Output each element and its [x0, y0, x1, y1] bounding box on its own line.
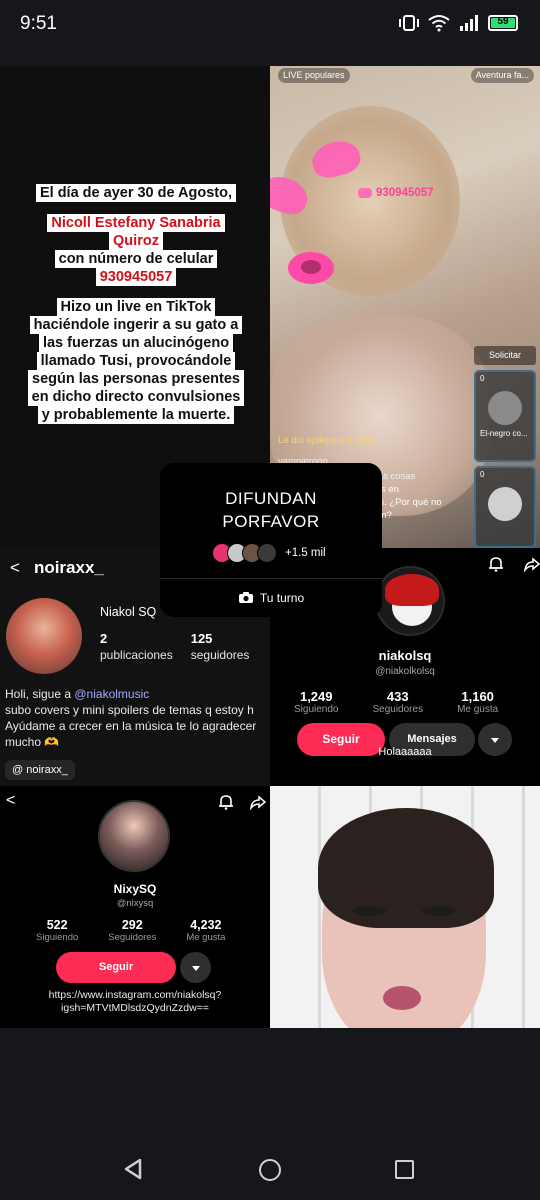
warning-name-line1: Nicoll Estefany Sanabria	[47, 214, 225, 232]
profile-link[interactable]: https://www.instagram.com/niakolsq? igsh…	[0, 989, 270, 1015]
followers-count: 125	[190, 631, 213, 646]
likes-stat[interactable]: 4,232 Me gusta	[186, 918, 225, 943]
solicitar-button[interactable]: Solicitar	[474, 346, 536, 365]
camera-icon	[238, 592, 253, 603]
warning-phone: 930945057	[95, 268, 177, 286]
status-bar: 9:51 59	[0, 0, 540, 48]
profile-bio: Holaaaaaa	[378, 746, 432, 758]
share-icon[interactable]	[250, 794, 266, 810]
status-icons: 59	[398, 14, 518, 32]
posts-label: publicaciones	[100, 648, 173, 662]
warning-body-line: llamado Tusi, provocándole	[36, 352, 236, 370]
warning-body-line: las fuerzas un alucinógeno	[38, 334, 234, 352]
share-overlay: DIFUNDAN PORFAVOR +1.5 mil Tu turno	[160, 463, 382, 617]
bio-line: mucho 🫶	[5, 735, 60, 749]
home-circle-icon[interactable]	[259, 1159, 281, 1181]
warning-phone-label: con número de celular	[54, 250, 218, 268]
bell-icon[interactable]	[218, 794, 234, 810]
live-adventure-badge: Aventura fa...	[470, 68, 534, 83]
battery-level: 59	[497, 16, 509, 27]
signal-icon	[460, 15, 478, 31]
navigation-bar	[0, 1130, 540, 1200]
threads-icon: @	[12, 764, 24, 776]
profile-stats: 2 publicaciones 125 seguidores	[100, 631, 249, 662]
warning-date-line: El día de ayer 30 de Agosto,	[35, 184, 237, 202]
warning-name-line2: Quiroz	[109, 232, 163, 250]
profile-display-name: Niakol SQ	[100, 605, 157, 619]
profile-handle: @niakolkolsq	[375, 666, 435, 677]
profile-username: noiraxx_	[33, 558, 104, 577]
vibrate-icon	[399, 15, 419, 31]
your-turn-button[interactable]: Tu turno	[160, 591, 382, 605]
likes-stat[interactable]: 1,160 Me gusta	[457, 689, 498, 715]
avatar[interactable]	[6, 598, 82, 674]
tiktok-profile-nixysq: < NixySQ @nixysq 522 Siguiendo 292 Seguido…	[0, 786, 270, 1028]
divider	[160, 578, 382, 579]
profile-top-icons	[218, 794, 266, 810]
recents-square-icon[interactable]	[395, 1160, 414, 1179]
overlay-title: DIFUNDAN PORFAVOR	[222, 489, 320, 531]
avatar[interactable]	[375, 566, 445, 636]
guest-count: 0	[480, 374, 485, 383]
story-image: El día de ayer 30 de Agosto, Nicoll Este…	[0, 66, 540, 1028]
phone-sticker-icon	[358, 187, 372, 198]
back-arrow-icon[interactable]: <	[10, 558, 20, 578]
eye	[422, 906, 456, 916]
profile-stats: 522 Siguiendo 292 Seguidores 4,232 Me gusta	[36, 918, 225, 943]
mention-link[interactable]: @niakolmusic	[74, 687, 149, 701]
pink-nose-filter	[288, 252, 334, 284]
profile-bio: Holi, sigue a @niakolmusic subo covers y…	[5, 686, 270, 750]
guest-box-1[interactable]: 0 El-negro co...	[474, 370, 536, 462]
profile-name: niakolsq	[378, 648, 432, 663]
reaction-count: +1.5 mil	[285, 547, 326, 559]
following-stat[interactable]: 522 Siguiendo	[36, 918, 78, 943]
clock: 9:51	[20, 13, 57, 34]
wifi-icon	[428, 15, 450, 32]
profile-handle: @nixysq	[116, 898, 154, 909]
avatar	[257, 543, 277, 563]
profile-name: NixySQ	[113, 882, 157, 896]
posts-stat[interactable]: 2 publicaciones	[100, 631, 173, 662]
profile-header: < noiraxx_	[10, 558, 104, 578]
avatar[interactable]	[98, 800, 170, 872]
guest-avatar	[488, 391, 522, 425]
bio-line: Ayúdame a crecer en la música te lo agra…	[5, 719, 257, 733]
back-triangle-icon[interactable]	[122, 1158, 144, 1180]
guest-box-2[interactable]: 0	[474, 466, 536, 548]
followers-stat[interactable]: 292 Seguidores	[108, 918, 156, 943]
reaction-avatars: +1.5 mil	[212, 543, 326, 563]
battery-icon: 59	[488, 15, 518, 31]
warning-body-line: según las personas presentes	[28, 370, 244, 388]
share-icon[interactable]	[524, 556, 540, 572]
followers-stat[interactable]: 125 seguidores	[191, 631, 250, 662]
mouth	[383, 986, 421, 1010]
following-stat[interactable]: 1,249 Siguiendo	[294, 689, 338, 715]
back-arrow-icon[interactable]: <	[6, 792, 15, 810]
guest-count: 0	[480, 470, 485, 479]
eye	[352, 906, 386, 916]
followers-label: seguidores	[190, 648, 250, 662]
warning-body-line: y probablemente la muerte.	[37, 406, 235, 424]
guest-avatar-placeholder	[488, 487, 522, 521]
warning-body-line: en dicho directo convulsiones	[27, 388, 245, 406]
comment: Le dio epilepsia al gato	[278, 435, 376, 446]
profile-stats: 1,249 Siguiendo 433 Seguidores 1,160 Me gus…	[294, 689, 498, 715]
warning-text: El día de ayer 30 de Agosto, Nicoll Este…	[22, 184, 250, 424]
guest-name: El-negro co...	[480, 429, 528, 438]
follow-button[interactable]: Seguir	[56, 952, 176, 983]
profile-top-icons	[488, 556, 540, 572]
posts-count: 2	[100, 631, 108, 646]
warning-body-line: haciéndole ingerir a su gato a	[29, 316, 243, 334]
live-phone-number: 930945057	[358, 187, 434, 199]
bio-line: subo covers y mini spoilers de temas q e…	[5, 703, 254, 717]
hair	[318, 808, 494, 928]
threads-badge[interactable]: @ noiraxx_	[5, 760, 75, 780]
bell-icon[interactable]	[488, 556, 504, 572]
live-populares-badge: LIVE populares	[278, 68, 350, 83]
warning-body-line: Hizo un live en TikTok	[56, 298, 216, 316]
followers-stat[interactable]: 433 Seguidores	[372, 689, 423, 715]
chevron-down-icon[interactable]	[180, 952, 211, 983]
selfie-photo	[270, 786, 540, 1028]
